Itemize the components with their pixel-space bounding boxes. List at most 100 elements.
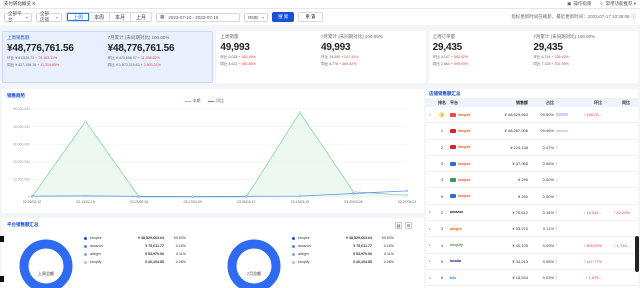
donut-legend-row[interactable]: amazon ¥ 75,611.77 0.16% xyxy=(292,242,394,250)
period-tab-this-week[interactable]: 本周 xyxy=(89,13,111,21)
table-row[interactable]: ▸ 2 amazon ¥ 75,612 0.16% ↑ 16,542... ↑ 82.20% xyxy=(426,205,638,222)
donut-legend-row[interactable]: shopify ¥ 40,104.85 0.08% xyxy=(84,258,186,266)
table-row[interactable]: ▾ 1 shopee ¥ 48,529,663 99.50% ↑ 136,03... xyxy=(426,107,638,124)
table-row[interactable]: 2 shopee ¥ 224,138 0.47% xyxy=(426,140,638,156)
donut-legend-row[interactable]: shopify ¥ 40,104.85 0.08% xyxy=(292,258,394,266)
currency-select[interactable]: RMB ▾ xyxy=(244,12,269,22)
donut-ring[interactable] xyxy=(227,239,281,288)
site-select[interactable]: 全部店铺 ▾ xyxy=(36,11,62,22)
data-point[interactable] xyxy=(352,192,355,195)
platform-logo: shopee xyxy=(458,194,471,199)
kpi-card[interactable]: 上周销售额 ¥48,776,761.56 环比 ¥ 41,520.73 + 79,1… xyxy=(2,31,214,83)
platform-logo: b2c xyxy=(450,275,457,280)
currency-value: RMB xyxy=(248,14,259,20)
table-row[interactable]: ▸ 5 lazada ¥ 34,213 0.08% ↑ 147.77% xyxy=(426,254,638,270)
donut-legend-row[interactable]: amazon ¥ 75,611.77 0.16% xyxy=(84,242,186,250)
kpi-card[interactable]: 上周销量 49,993 环比 6,028 + 654.49% 同比 4,621 + 9… xyxy=(216,31,426,83)
x-tick-label: 02-13/02-19 xyxy=(76,200,94,204)
sales-cell: ¥ 48,529,663 xyxy=(504,112,528,118)
rank-value: 2 xyxy=(440,144,444,150)
settings-icon[interactable]: ⚙ xyxy=(405,222,412,229)
date-range-picker[interactable]: ▦ 2023-07-10 - 2023-07-16 xyxy=(156,12,241,22)
donut-legend-row[interactable]: allegro ¥ 53,970.06 0.11% xyxy=(84,250,186,258)
platform-sales: ¥ 40,104.85 xyxy=(353,260,372,264)
platform-cell: shopee xyxy=(450,177,484,182)
expand-toggle-icon[interactable]: ▸ xyxy=(426,227,434,231)
platform-name: amazon xyxy=(90,244,103,248)
kpi-left: 上周销售额 ¥48,776,761.56 环比 ¥ 41,520.73 + 79,1… xyxy=(7,35,108,79)
data-point[interactable] xyxy=(84,194,87,198)
expand-toggle-icon[interactable]: ▸ xyxy=(426,210,434,214)
data-point[interactable] xyxy=(298,111,302,114)
guide-icon: ▣ xyxy=(567,1,572,6)
platform-share: 0.08% xyxy=(383,260,394,264)
data-point[interactable] xyxy=(30,194,34,198)
platform-select[interactable]: 全部平台 ▾ xyxy=(4,11,32,22)
share-bar-cell xyxy=(554,113,568,116)
expand-toggle-icon[interactable]: ▾ xyxy=(426,113,434,117)
table-row[interactable]: 3 shopee ¥ 37,965 0.08% xyxy=(426,156,638,173)
table-view-icon[interactable]: ▤ xyxy=(395,222,402,229)
period-tab-this-month[interactable]: 本月 xyxy=(110,13,132,21)
tab-sales-overview[interactable]: 支付转化概览 X xyxy=(4,1,35,7)
share-bar xyxy=(556,145,557,149)
reset-button[interactable]: 重 置 xyxy=(298,12,323,22)
col-header-share[interactable]: 占比 xyxy=(528,100,554,106)
kpi-compare-row: 同比 2,664 + 999.93% xyxy=(433,62,534,67)
col-header-sales[interactable]: 销售额 xyxy=(484,100,528,106)
data-point[interactable] xyxy=(245,195,248,198)
chevron-down-icon: ▾ xyxy=(25,14,28,20)
donut-chart: 7月总额 xyxy=(227,239,281,288)
data-point[interactable] xyxy=(137,195,141,198)
col-header-mom[interactable]: 环比 xyxy=(568,100,602,106)
table-row[interactable]: 4 shopee ¥ 295 0.00% xyxy=(426,172,638,189)
scrollbar[interactable] xyxy=(635,236,639,272)
period-tab-last-month[interactable]: 上月 xyxy=(131,13,151,21)
query-button[interactable]: 搜 索 xyxy=(272,12,295,22)
kpi-left: 上周销量 49,993 环比 6,028 + 654.49% 同比 4,621 + 9… xyxy=(220,34,321,80)
table-row[interactable]: 5 shopee ¥ 260 0.00% xyxy=(426,188,638,205)
store-table-body: ▾ 1 shopee ¥ 48,529,663 99.50% ↑ 136,03... 1 sh… xyxy=(426,107,638,287)
data-point[interactable] xyxy=(191,195,194,198)
y-tick-label: 40,000,000 xyxy=(13,125,30,129)
data-point[interactable] xyxy=(84,120,87,123)
data-point[interactable] xyxy=(298,194,302,198)
expand-toggle-icon[interactable]: ▸ xyxy=(426,243,434,247)
kpi-compare-row: 同比 8,778 + 469.52% xyxy=(321,62,422,67)
kpi-compare-delta: + 999.93% xyxy=(450,62,469,66)
expand-toggle-icon[interactable]: ▸ xyxy=(426,276,434,280)
share-bar xyxy=(556,243,557,247)
kpi-cards: 上周销售额 ¥48,776,761.56 环比 ¥ 41,520.73 + 79,1… xyxy=(2,31,638,83)
platform-share: 99.50% xyxy=(381,236,394,240)
x-tick-label: 03-06/03-12 xyxy=(237,200,255,204)
guide-link[interactable]: ▣ 操作指南 xyxy=(567,1,591,7)
tab-label: 支付转化概览 X xyxy=(4,1,36,6)
side-toggle-button[interactable] xyxy=(0,276,4,282)
table-row[interactable]: 1 shopee ¥ 48,267,006 99.46% xyxy=(426,123,638,140)
side-toggle-button[interactable] xyxy=(0,236,4,242)
y-tick-label: 10,000,000 xyxy=(13,178,30,182)
country-flag-icon xyxy=(450,194,456,199)
donut-legend-row[interactable]: shopee ¥ 48,529,663.64 99.50% xyxy=(292,234,394,242)
donut-legend-row[interactable]: allegro ¥ 53,970.06 0.11% xyxy=(292,250,394,258)
platform-share: 0.11% xyxy=(176,252,186,256)
kpi-card[interactable]: 上周订单量 29,435 环比 4,107 + 583.42% 同比 2,664 + … xyxy=(428,31,638,83)
rank-value: 1 xyxy=(439,111,445,118)
donut-legend-row[interactable]: shopee ¥ 48,529,663.64 99.50% xyxy=(84,234,186,242)
col-header-rank[interactable]: 排名 xyxy=(434,100,450,106)
col-header-platform[interactable]: 平台 xyxy=(450,100,484,106)
expand-toggle-icon[interactable]: ▸ xyxy=(426,259,434,263)
kpi-compare-value: 4,621 xyxy=(228,62,238,66)
kpi-compare-delta: + 583.42% xyxy=(450,55,469,59)
table-row[interactable]: ▸ 6 b2c ¥ 18,534 0.03% ↑ 1,675... xyxy=(426,270,638,287)
features-link[interactable]: ☆ 常用功能推荐 ▾ xyxy=(599,1,636,7)
col-header-yoy[interactable]: 同比 xyxy=(602,100,630,106)
donut-ring[interactable] xyxy=(19,239,73,288)
data-point[interactable] xyxy=(405,194,409,197)
store-table-header: 排名 平台 销售额 占比 环比 同比 xyxy=(426,98,638,107)
table-row[interactable]: ▸ 3 allegro ¥ 53,970 0.11% xyxy=(426,221,638,238)
data-point[interactable] xyxy=(405,189,409,192)
table-row[interactable]: ▸ 4 shopify ¥ 40,105 0.09% ↑ 359.59% ↑ 1,763..… xyxy=(426,237,638,254)
share-bar-cell xyxy=(554,178,568,182)
period-tab-last-week[interactable]: 上周 xyxy=(67,13,90,21)
